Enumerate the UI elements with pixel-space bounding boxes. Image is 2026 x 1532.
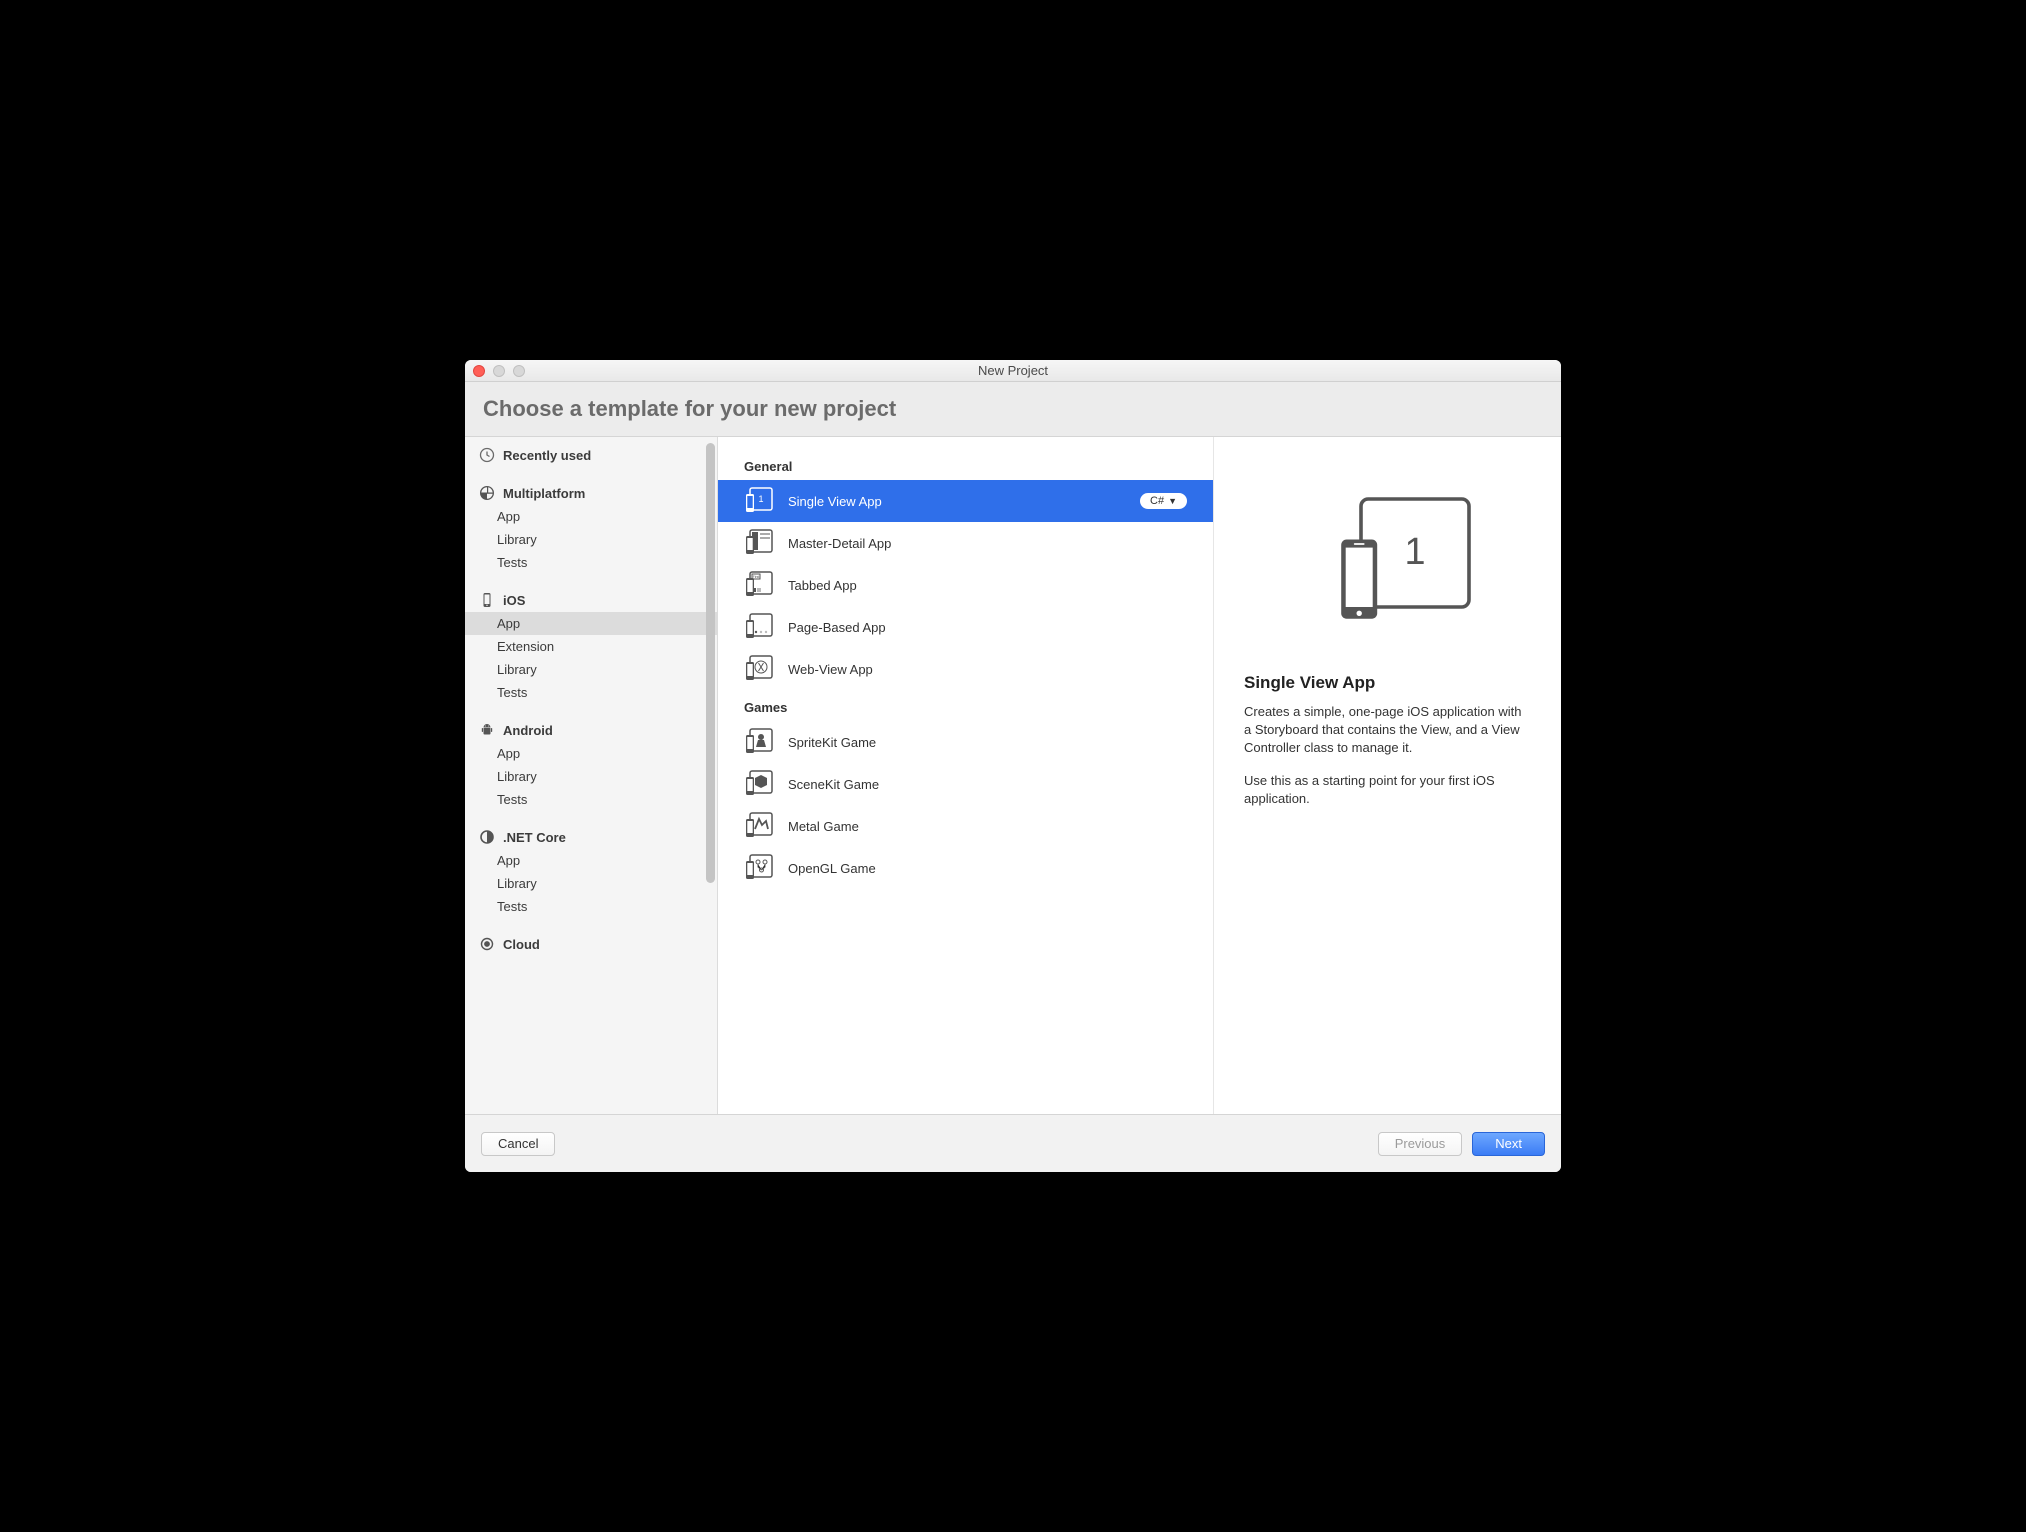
sidebar-item[interactable]: App (465, 505, 717, 528)
sidebar-item[interactable]: Extension (465, 635, 717, 658)
template-icon (744, 853, 774, 883)
dialog-footer: Cancel Previous Next (465, 1114, 1561, 1172)
template-label: Master-Detail App (788, 536, 1187, 551)
sidebar-item[interactable]: Tests (465, 895, 717, 918)
template-label: Tabbed App (788, 578, 1187, 593)
svg-text:First: First (753, 575, 760, 579)
detail-title: Single View App (1244, 673, 1531, 693)
sidebar-cat-ios[interactable]: iOS (465, 588, 717, 612)
netcore-icon (479, 829, 495, 845)
sidebar-item-ios-app[interactable]: App (465, 612, 717, 635)
sidebar-cat-label: Multiplatform (503, 486, 585, 501)
zoom-window-button (513, 365, 525, 377)
previous-button[interactable]: Previous (1378, 1132, 1463, 1156)
template-icon (744, 769, 774, 799)
cloud-icon (479, 936, 495, 952)
detail-paragraph: Use this as a starting point for your fi… (1244, 772, 1531, 808)
template-label: Metal Game (788, 819, 1187, 834)
language-label: C# (1150, 495, 1164, 507)
template-opengl-game[interactable]: OpenGL Game (718, 847, 1213, 889)
phone-icon (479, 592, 495, 608)
minimize-window-button (493, 365, 505, 377)
template-icon (744, 654, 774, 684)
sidebar-item[interactable]: Library (465, 765, 717, 788)
sidebar-item[interactable]: Tests (465, 788, 717, 811)
sidebar-cat-netcore[interactable]: .NET Core (465, 825, 717, 849)
next-button[interactable]: Next (1472, 1132, 1545, 1156)
template-spritekit-game[interactable]: SpriteKit Game (718, 721, 1213, 763)
template-master-detail-app[interactable]: Master-Detail App (718, 522, 1213, 564)
template-group-header: Games (718, 690, 1213, 721)
template-icon: 1 (744, 486, 774, 516)
sidebar-recent[interactable]: Recently used (465, 443, 717, 467)
close-window-button[interactable] (473, 365, 485, 377)
cancel-button[interactable]: Cancel (481, 1132, 555, 1156)
sidebar-item[interactable]: Tests (465, 551, 717, 574)
clock-icon (479, 447, 495, 463)
multiplatform-icon (479, 485, 495, 501)
android-icon (479, 722, 495, 738)
template-label: Single View App (788, 494, 1126, 509)
sidebar-item[interactable]: Tests (465, 681, 717, 704)
sidebar-cat-label: Cloud (503, 937, 540, 952)
template-icon: First (744, 570, 774, 600)
template-group-header: General (718, 449, 1213, 480)
template-label: SpriteKit Game (788, 735, 1187, 750)
sidebar-recent-label: Recently used (503, 448, 591, 463)
window-controls (473, 365, 525, 377)
window-title: New Project (465, 363, 1561, 378)
language-selector[interactable]: C# ▼ (1140, 493, 1187, 509)
template-detail: 1 Single View App Creates a simple, one-… (1214, 437, 1561, 1114)
sidebar-item[interactable]: Library (465, 528, 717, 551)
svg-text:1: 1 (1404, 531, 1425, 573)
template-icon (744, 528, 774, 558)
template-label: OpenGL Game (788, 861, 1187, 876)
template-illustration: 1 (1244, 487, 1531, 637)
titlebar: New Project (465, 360, 1561, 382)
detail-paragraph: Creates a simple, one-page iOS applicati… (1244, 703, 1531, 758)
template-label: SceneKit Game (788, 777, 1187, 792)
template-icon (744, 811, 774, 841)
sidebar-item[interactable]: App (465, 742, 717, 765)
dialog-heading: Choose a template for your new project (483, 396, 1543, 422)
template-web-view-app[interactable]: Web-View App (718, 648, 1213, 690)
sidebar-item[interactable]: App (465, 849, 717, 872)
template-label: Web-View App (788, 662, 1187, 677)
new-project-dialog: New Project Choose a template for your n… (465, 360, 1561, 1172)
dialog-header: Choose a template for your new project (465, 382, 1561, 437)
sidebar-cat-label: .NET Core (503, 830, 566, 845)
template-single-view-app[interactable]: 1 Single View App C# ▼ (718, 480, 1213, 522)
sidebar-cat-cloud[interactable]: Cloud (465, 932, 717, 956)
sidebar-item[interactable]: Library (465, 658, 717, 681)
template-tabbed-app[interactable]: First Tabbed App (718, 564, 1213, 606)
sidebar-cat-label: iOS (503, 593, 525, 608)
template-icon (744, 612, 774, 642)
template-metal-game[interactable]: Metal Game (718, 805, 1213, 847)
category-sidebar: Recently used Multiplatform App Library … (465, 437, 718, 1114)
template-page-based-app[interactable]: Page-Based App (718, 606, 1213, 648)
template-list: General 1 Single View App C# ▼ Maste (718, 437, 1214, 1114)
sidebar-cat-label: Android (503, 723, 553, 738)
sidebar-cat-multiplatform[interactable]: Multiplatform (465, 481, 717, 505)
template-scenekit-game[interactable]: SceneKit Game (718, 763, 1213, 805)
template-label: Page-Based App (788, 620, 1187, 635)
svg-text:1: 1 (758, 494, 763, 504)
scrollbar-thumb[interactable] (706, 443, 715, 883)
template-icon (744, 727, 774, 757)
chevron-down-icon: ▼ (1168, 496, 1177, 506)
sidebar-cat-android[interactable]: Android (465, 718, 717, 742)
sidebar-item[interactable]: Library (465, 872, 717, 895)
